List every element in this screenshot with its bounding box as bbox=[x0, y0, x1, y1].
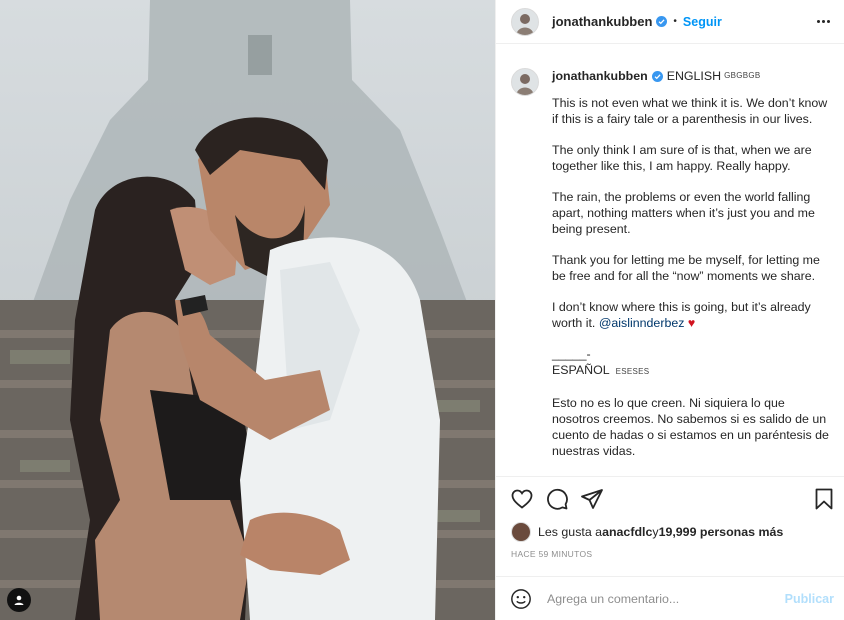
comment-input[interactable] bbox=[545, 590, 785, 607]
avatar[interactable] bbox=[511, 7, 539, 36]
flag-emoji-spain: ESESES bbox=[615, 367, 650, 376]
caption-paragraph: Thank you for letting me be myself, for … bbox=[552, 253, 820, 283]
follow-button[interactable]: Seguir bbox=[683, 15, 722, 29]
likes-summary: Les gusta a anacfdlc y 19,999 personas m… bbox=[511, 522, 783, 542]
caption-username[interactable]: jonathankubben bbox=[552, 68, 648, 84]
caption-comment: jonathankubben ENGLISH GBGBGB This is no… bbox=[511, 68, 832, 470]
post-details-panel: jonathankubben • Seguir jonathankubben E… bbox=[495, 0, 844, 620]
caption-paragraph: This is not even what we think it is. We… bbox=[552, 96, 828, 126]
liker-username[interactable]: anacfdlc bbox=[602, 525, 652, 539]
post-timestamp[interactable]: HACE 59 MINUTOS bbox=[511, 549, 592, 559]
post-header: jonathankubben • Seguir bbox=[496, 0, 844, 44]
post-photo[interactable] bbox=[0, 0, 495, 620]
flag-emoji-uk: GBGBGB bbox=[724, 71, 761, 80]
caption-paragraph: The only think I am sure of is that, whe… bbox=[552, 143, 812, 173]
publish-button[interactable]: Publicar bbox=[785, 592, 834, 606]
language-label-spanish: ESPAÑOL bbox=[552, 363, 610, 377]
caption-paragraph-spanish: Esto no es lo que creen. Ni siquiera lo … bbox=[552, 396, 829, 458]
verified-badge-icon bbox=[651, 70, 663, 82]
likes-prefix: Les gusta a bbox=[538, 525, 603, 539]
caption-scroll-area[interactable]: jonathankubben ENGLISH GBGBGB This is no… bbox=[496, 50, 844, 470]
share-icon[interactable] bbox=[580, 487, 604, 511]
emoji-icon[interactable] bbox=[510, 588, 532, 610]
caption-divider: _____- bbox=[552, 347, 591, 361]
language-label-english: ENGLISH bbox=[666, 69, 722, 83]
comment-bar: Publicar bbox=[496, 576, 844, 620]
user-tag-icon[interactable] bbox=[7, 588, 31, 612]
avatar[interactable] bbox=[511, 522, 531, 542]
more-options-icon[interactable] bbox=[817, 20, 830, 23]
bookmark-icon[interactable] bbox=[812, 487, 836, 511]
action-bar bbox=[496, 476, 844, 520]
caption-paragraph: I don’t know where this is going, but it… bbox=[552, 299, 832, 331]
avatar[interactable] bbox=[511, 68, 539, 96]
caption-first-line: jonathankubben ENGLISH GBGBGB bbox=[552, 68, 832, 84]
author-username[interactable]: jonathankubben bbox=[552, 14, 652, 29]
verified-badge-icon bbox=[656, 16, 668, 27]
heart-icon[interactable] bbox=[510, 487, 534, 511]
comment-icon[interactable] bbox=[545, 487, 569, 511]
couple-kissing-photo bbox=[0, 0, 495, 620]
caption-paragraph: The rain, the problems or even the world… bbox=[552, 190, 815, 236]
language-line-spanish: ESPAÑOL ESESES bbox=[552, 362, 832, 380]
heart-emoji: ♥ bbox=[687, 316, 696, 330]
separator-dot: • bbox=[673, 16, 677, 27]
likes-count[interactable]: 19,999 personas más bbox=[659, 525, 784, 539]
mention-link[interactable]: @aislinnderbez bbox=[599, 316, 685, 330]
caption-text: jonathankubben ENGLISH GBGBGB This is no… bbox=[552, 68, 832, 470]
